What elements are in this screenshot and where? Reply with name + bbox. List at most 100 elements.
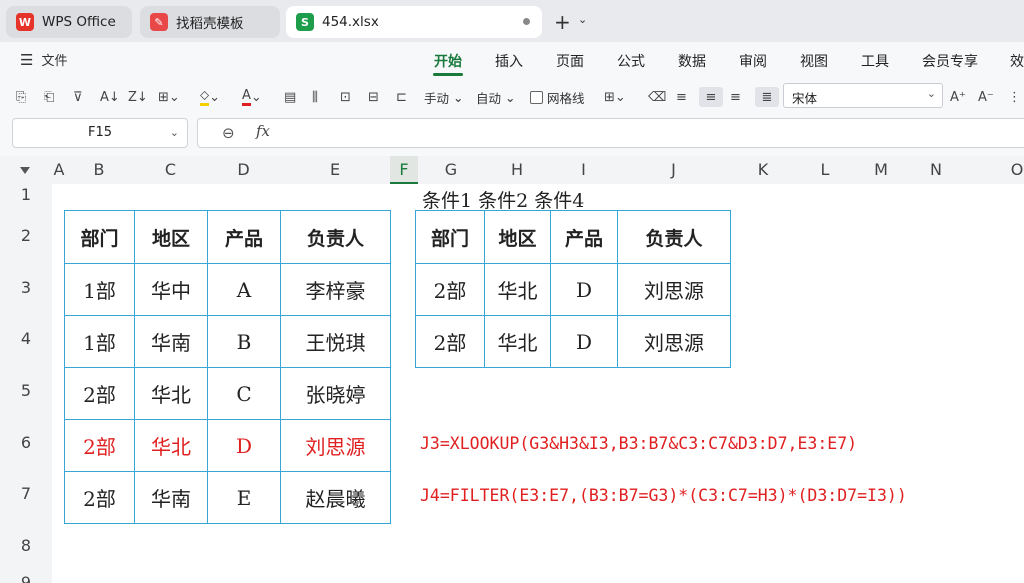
font-family-select[interactable]: 宋体 ⌄ bbox=[783, 83, 943, 108]
table-cell[interactable]: C bbox=[207, 367, 281, 420]
table-header-cell[interactable]: 产品 bbox=[550, 210, 618, 264]
paste-special-icon[interactable]: ⎘ bbox=[16, 87, 26, 107]
table-cell[interactable]: 2部 bbox=[64, 367, 135, 420]
font-color-icon[interactable]: A ⌄ bbox=[242, 87, 262, 107]
row-header-9[interactable]: 9 bbox=[0, 573, 52, 583]
table-cell[interactable]: 华北 bbox=[134, 367, 208, 420]
table-cell[interactable]: 张晓婷 bbox=[280, 367, 391, 420]
fill-icon[interactable]: ⊏ bbox=[396, 87, 407, 107]
column-header-m[interactable]: M bbox=[854, 156, 908, 184]
tab-view[interactable]: 视图 bbox=[800, 51, 828, 71]
more-icon[interactable]: ⋮ bbox=[1008, 87, 1021, 107]
clear-format-icon[interactable]: ⌫ bbox=[648, 87, 666, 107]
table-cell[interactable]: 2部 bbox=[415, 263, 485, 316]
table-header-cell[interactable]: 部门 bbox=[415, 210, 485, 264]
align-left-icon[interactable]: ≡ bbox=[676, 87, 687, 107]
row-header-2[interactable]: 2 bbox=[0, 226, 52, 245]
fill-color-icon[interactable]: ⬦ ⌄ bbox=[200, 87, 220, 107]
tab-formula[interactable]: 公式 bbox=[617, 51, 645, 71]
calc-manual-dropdown[interactable]: 手动 ⌄ bbox=[424, 87, 463, 107]
table-cell[interactable]: B bbox=[207, 315, 281, 368]
table-cell[interactable]: 赵晨曦 bbox=[280, 471, 391, 524]
table-header-cell[interactable]: 产品 bbox=[207, 210, 281, 264]
calc-auto-dropdown[interactable]: 自动 ⌄ bbox=[476, 87, 515, 107]
table-header-cell[interactable]: 部门 bbox=[64, 210, 135, 264]
column-header-d[interactable]: D bbox=[207, 156, 280, 184]
table-style-icon[interactable]: ▤ bbox=[284, 87, 296, 107]
freeze-icon[interactable]: ⊞⌄ bbox=[604, 87, 626, 107]
table-cell[interactable]: A bbox=[207, 263, 281, 316]
tab-efficiency[interactable]: 效 bbox=[1010, 51, 1024, 71]
table-cell[interactable]: 华北 bbox=[484, 263, 551, 316]
tab-member[interactable]: 会员专享 bbox=[922, 51, 978, 71]
format-painter-icon[interactable]: ⎗ bbox=[44, 87, 54, 107]
table-cell[interactable]: 2部 bbox=[415, 315, 485, 368]
column-header-j[interactable]: J bbox=[617, 156, 730, 184]
file-menu[interactable]: ☰ 文件 bbox=[20, 50, 67, 70]
table-cell[interactable]: 华南 bbox=[134, 471, 208, 524]
table-cell[interactable]: E bbox=[207, 471, 281, 524]
align-justify-icon[interactable]: ≣ bbox=[755, 87, 779, 107]
name-box[interactable]: F15 ⌄ bbox=[12, 118, 188, 148]
row-col-icon[interactable]: ⫼ bbox=[312, 87, 318, 107]
table-header-cell[interactable]: 地区 bbox=[134, 210, 208, 264]
table-cell[interactable]: 华中 bbox=[134, 263, 208, 316]
table-cell[interactable]: 1部 bbox=[64, 315, 135, 368]
table-cell[interactable]: 1部 bbox=[64, 263, 135, 316]
merge-icon[interactable]: ⊟ bbox=[368, 87, 379, 107]
column-header-k[interactable]: K bbox=[730, 156, 796, 184]
table-cell[interactable]: 2部 bbox=[64, 419, 135, 472]
column-header-c[interactable]: C bbox=[134, 156, 207, 184]
zoom-search-icon[interactable]: ⊖ bbox=[222, 124, 235, 142]
table-header-cell[interactable]: 负责人 bbox=[617, 210, 731, 264]
font-size-decrease-icon[interactable]: A⁻ bbox=[978, 87, 994, 107]
table-header-cell[interactable]: 负责人 bbox=[280, 210, 391, 264]
tab-insert[interactable]: 插入 bbox=[495, 51, 523, 71]
table-cell[interactable]: D bbox=[550, 263, 618, 316]
row-header-1[interactable]: 1 bbox=[0, 185, 52, 204]
row-header-7[interactable]: 7 bbox=[0, 484, 52, 503]
tab-review[interactable]: 审阅 bbox=[739, 51, 767, 71]
align-center-icon[interactable]: ≡ bbox=[699, 87, 723, 107]
tab-data[interactable]: 数据 bbox=[678, 51, 706, 71]
select-all-corner[interactable] bbox=[20, 167, 30, 174]
table-cell[interactable]: 王悦琪 bbox=[280, 315, 391, 368]
column-header-n[interactable]: N bbox=[908, 156, 964, 184]
table-cell[interactable]: D bbox=[207, 419, 281, 472]
table-cell[interactable]: 华北 bbox=[134, 419, 208, 472]
tab-tools[interactable]: 工具 bbox=[861, 51, 889, 71]
row-header-4[interactable]: 4 bbox=[0, 329, 52, 348]
column-header-l[interactable]: L bbox=[796, 156, 854, 184]
conditions-label[interactable]: 条件1 条件2 条件4 bbox=[422, 186, 584, 213]
table-cell[interactable]: 刘思源 bbox=[280, 419, 391, 472]
table-cell[interactable]: 刘思源 bbox=[617, 263, 731, 316]
new-tab-plus-icon[interactable]: + bbox=[554, 10, 571, 34]
row-header-6[interactable]: 6 bbox=[0, 433, 52, 452]
table-cell[interactable]: 2部 bbox=[64, 471, 135, 524]
column-header-e[interactable]: E bbox=[280, 156, 390, 184]
column-header-h[interactable]: H bbox=[484, 156, 550, 184]
tab-template-store[interactable]: ✎ 找稻壳模板 bbox=[140, 6, 280, 38]
table-cell[interactable]: 李梓豪 bbox=[280, 263, 391, 316]
sort-descending-icon[interactable]: Z↓ bbox=[128, 87, 148, 107]
column-header-i[interactable]: I bbox=[550, 156, 617, 184]
unsaved-dot-icon[interactable] bbox=[523, 18, 530, 25]
align-right-icon[interactable]: ≡ bbox=[730, 87, 741, 107]
tab-spreadsheet-file[interactable]: S 454.xlsx bbox=[286, 6, 542, 38]
formula-note-xlookup[interactable]: J3=XLOOKUP(G3&H3&I3,B3:B7&C3:C7&D3:D7,E3… bbox=[420, 434, 857, 453]
row-header-3[interactable]: 3 bbox=[0, 278, 52, 297]
table-header-cell[interactable]: 地区 bbox=[484, 210, 551, 264]
table-cell[interactable]: D bbox=[550, 315, 618, 368]
formula-input[interactable] bbox=[197, 118, 1024, 148]
table-cell[interactable]: 华北 bbox=[484, 315, 551, 368]
wrap-icon[interactable]: ⊡ bbox=[340, 87, 351, 107]
gridlines-checkbox[interactable]: 网格线 bbox=[530, 87, 585, 107]
formula-note-filter[interactable]: J4=FILTER(E3:E7,(B3:B7=G3)*(C3:C7=H3)*(D… bbox=[420, 486, 907, 505]
tab-page[interactable]: 页面 bbox=[556, 51, 584, 71]
table-cell[interactable]: 刘思源 bbox=[617, 315, 731, 368]
table-cell[interactable]: 华南 bbox=[134, 315, 208, 368]
borders-icon[interactable]: ⊞⌄ bbox=[158, 87, 180, 107]
chevron-down-icon[interactable]: ⌄ bbox=[578, 13, 587, 26]
column-header-b[interactable]: B bbox=[64, 156, 134, 184]
font-size-increase-icon[interactable]: A⁺ bbox=[950, 87, 966, 107]
